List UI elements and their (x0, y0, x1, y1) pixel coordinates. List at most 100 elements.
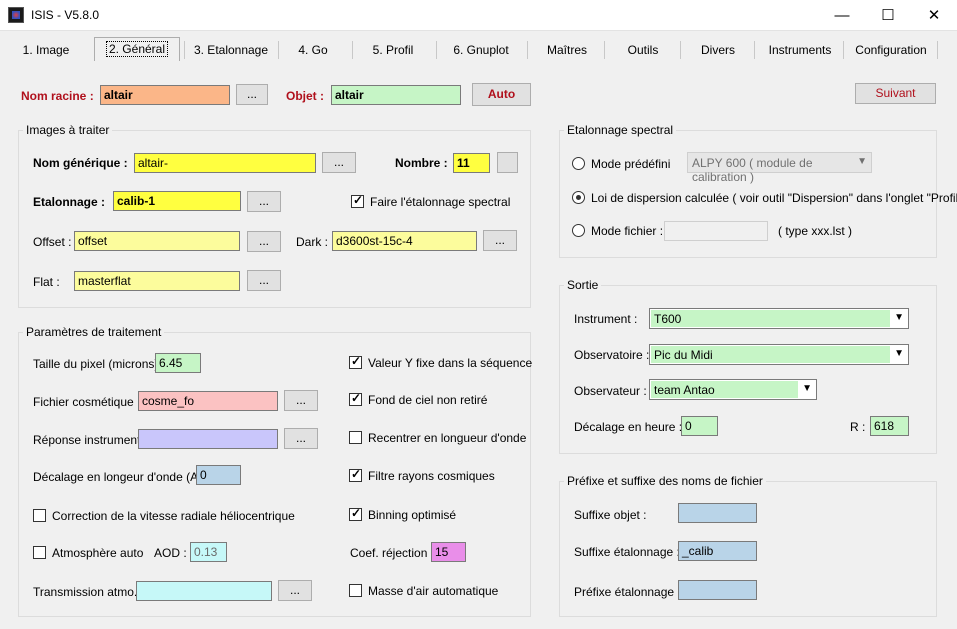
tab-profil[interactable]: 5. Profil (358, 39, 428, 61)
instrument-combo[interactable]: T600 ▼ (649, 308, 909, 329)
valeur-y-checkbox[interactable] (349, 354, 362, 369)
binning-label: Binning optimisé (368, 508, 457, 522)
coef-rejection-field[interactable]: 15 (431, 542, 466, 562)
tab-separator (527, 41, 528, 59)
mode-fichier-field[interactable] (664, 221, 768, 241)
offset-field[interactable]: offset (74, 231, 240, 251)
aod-field[interactable]: 0.13 (190, 542, 227, 562)
images-group-title: Images à traiter (23, 123, 113, 137)
fond-ciel-checkbox[interactable] (349, 391, 362, 406)
tab-separator (680, 41, 681, 59)
filtre-cosmiques-checkbox[interactable] (349, 467, 362, 482)
suffixe-objet-field[interactable] (678, 503, 757, 523)
nom-generique-field[interactable]: altair- (134, 153, 316, 173)
reponse-instrument-field[interactable] (138, 429, 278, 449)
tab-separator (937, 41, 938, 59)
tab-etalonnage[interactable]: 3. Etalonnage (188, 39, 274, 61)
decalage-heure-label: Décalage en heure : (574, 420, 683, 434)
params-group-title: Paramètres de traitement (23, 325, 165, 339)
prefixe-etalonnage-label: Préfixe étalonnage : (574, 585, 681, 599)
atmosphere-auto-label: Atmosphère auto (52, 546, 144, 560)
fond-ciel-label: Fond de ciel non retiré (368, 393, 488, 407)
tab-label: Instruments (768, 43, 832, 57)
nom-racine-field[interactable]: altair (100, 85, 230, 105)
reponse-browse-button[interactable]: ... (284, 428, 318, 449)
observatoire-value: Pic du Midi (651, 346, 890, 363)
tab-gnuplot[interactable]: 6. Gnuplot (444, 39, 518, 61)
recentrer-checkbox[interactable] (349, 431, 362, 444)
etalonnage-spectral-title: Etalonnage spectral (564, 123, 677, 137)
observatoire-combo[interactable]: Pic du Midi ▼ (649, 344, 909, 365)
tab-divers[interactable]: Divers (686, 39, 750, 61)
suffixe-etalonnage-label: Suffixe étalonnage : (574, 545, 680, 559)
auto-button[interactable]: Auto (472, 83, 531, 106)
mode-fichier-radio[interactable] (572, 224, 585, 237)
tab-configuration[interactable]: Configuration (848, 39, 934, 61)
objet-field[interactable]: altair (331, 85, 461, 105)
maximize-button[interactable]: ☐ (865, 0, 911, 31)
close-button[interactable]: ✕ (911, 0, 957, 31)
r-field[interactable]: 618 (870, 416, 909, 436)
nombre-field[interactable]: 11 (453, 153, 490, 173)
tab-separator (436, 41, 437, 59)
offset-browse-button[interactable]: ... (247, 231, 281, 252)
tab-separator (278, 41, 279, 59)
app-icon (8, 7, 24, 23)
decalage-onde-field[interactable]: 0 (196, 465, 241, 485)
tab-instruments[interactable]: Instruments (760, 39, 840, 61)
tab-maitres[interactable]: Maîtres (534, 39, 600, 61)
observateur-combo[interactable]: team Antao ▼ (649, 379, 817, 400)
correction-vitesse-checkbox[interactable] (33, 509, 46, 522)
tab-go[interactable]: 4. Go (282, 39, 344, 61)
cosmetique-field[interactable]: cosme_fo (138, 391, 278, 411)
tab-label: 6. Gnuplot (453, 43, 509, 57)
atmosphere-auto-checkbox[interactable] (33, 546, 46, 559)
coef-rejection-label: Coef. réjection : (350, 546, 435, 560)
masse-air-checkbox[interactable] (349, 584, 362, 597)
prefixe-etalonnage-field[interactable] (678, 580, 757, 600)
suffixe-etalonnage-field[interactable]: _calib (678, 541, 757, 561)
mode-predefini-value: ALPY 600 ( module de calibration ) (692, 156, 813, 184)
cosmetique-browse-button[interactable]: ... (284, 390, 318, 411)
flat-label: Flat : (33, 275, 60, 289)
faire-etalonnage-checkbox[interactable] (351, 193, 364, 208)
dark-browse-button[interactable]: ... (483, 230, 517, 251)
nom-generique-browse-button[interactable]: ... (322, 152, 356, 173)
tab-outils[interactable]: Outils (610, 39, 676, 61)
etalonnage-field[interactable]: calib-1 (113, 191, 241, 211)
mode-predefini-radio[interactable] (572, 157, 585, 170)
transmission-label: Transmission atmo. : (33, 585, 144, 599)
aod-label: AOD : (154, 546, 187, 560)
loi-dispersion-label: Loi de dispersion calculée ( voir outil … (591, 191, 957, 205)
dark-field[interactable]: d3600st-15c-4 (332, 231, 477, 251)
tab-general[interactable]: 2. Général (94, 37, 180, 61)
transmission-browse-button[interactable]: ... (278, 580, 312, 601)
binning-checkbox[interactable] (349, 506, 362, 521)
nom-generique-label: Nom générique : (33, 156, 128, 170)
flat-field[interactable]: masterflat (74, 271, 240, 291)
type-lst-label: ( type xxx.lst ) (778, 224, 853, 238)
mode-predefini-combo[interactable]: ALPY 600 ( module de calibration ) ▼ (687, 152, 872, 184)
tab-image[interactable]: 1. Image (14, 39, 78, 61)
transmission-field[interactable] (136, 581, 272, 601)
tab-separator (604, 41, 605, 59)
tab-separator (843, 41, 844, 59)
instrument-value: T600 (651, 310, 890, 327)
tab-label: Maîtres (546, 43, 587, 57)
tab-label: Divers (700, 43, 735, 57)
suivant-button[interactable]: Suivant (855, 83, 936, 104)
nom-racine-browse-button[interactable]: ... (236, 84, 268, 105)
etalonnage-browse-button[interactable]: ... (247, 191, 281, 212)
sortie-group-title: Sortie (564, 278, 602, 292)
flat-browse-button[interactable]: ... (247, 270, 281, 291)
loi-dispersion-radio[interactable] (572, 191, 585, 204)
decalage-heure-field[interactable]: 0 (681, 416, 718, 436)
minimize-button[interactable]: — (819, 0, 865, 31)
decalage-onde-label: Décalage en longeur d'onde (A) : (33, 470, 209, 484)
taille-pixel-field[interactable]: 6.45 (155, 353, 201, 373)
nombre-label: Nombre : (395, 156, 448, 170)
chevron-down-icon: ▼ (802, 383, 812, 394)
title-bar: ISIS - V5.8.0 — ☐ ✕ (0, 0, 957, 31)
cosmetique-label: Fichier cosmétique : (33, 395, 141, 409)
nombre-button[interactable] (497, 152, 518, 173)
